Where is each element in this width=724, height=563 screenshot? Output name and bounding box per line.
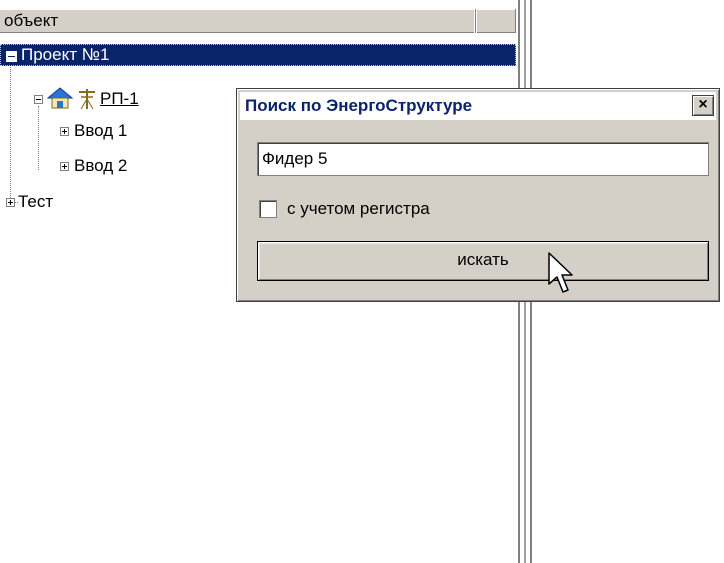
close-button[interactable]: × — [692, 95, 714, 116]
search-dialog: Поиск по ЭнергоСтруктуре × с учетом реги… — [236, 88, 720, 302]
power-pole-icon — [79, 89, 95, 110]
tree-line — [10, 62, 11, 202]
case-sensitive-checkbox[interactable] — [259, 200, 277, 218]
tree-node-rp1[interactable]: РП-1 — [30, 87, 210, 110]
tree-node-input-1[interactable]: Ввод 1 — [56, 120, 196, 142]
dialog-title: Поиск по ЭнергоСтруктуре — [245, 96, 473, 115]
tree-node-label: Тест — [18, 192, 54, 211]
search-button[interactable]: искать — [257, 241, 709, 281]
tree-node-project[interactable]: Проект №1 — [0, 44, 516, 66]
expand-icon[interactable] — [60, 127, 69, 136]
tree-header: объект — [0, 9, 516, 33]
expand-icon[interactable] — [60, 162, 69, 171]
close-icon: × — [698, 96, 708, 113]
collapse-icon[interactable] — [34, 95, 43, 104]
tree-node-label: РП-1 — [100, 89, 139, 108]
dialog-titlebar[interactable]: Поиск по ЭнергоСтруктуре × — [240, 92, 716, 120]
house-icon — [46, 87, 74, 109]
column-header-empty[interactable] — [476, 9, 516, 33]
expand-icon[interactable] — [6, 198, 15, 207]
tree-line — [38, 106, 39, 170]
column-header-object[interactable]: объект — [0, 9, 476, 33]
case-sensitive-label: с учетом регистра — [287, 199, 430, 218]
tree-node-label: Ввод 2 — [74, 156, 128, 175]
tree-node-input-2[interactable]: Ввод 2 — [56, 155, 196, 177]
collapse-icon[interactable] — [6, 51, 17, 62]
search-input[interactable] — [257, 142, 709, 176]
tree-node-test[interactable]: Тест — [2, 191, 142, 213]
mouse-pointer-icon — [548, 252, 573, 293]
tree-node-label: Ввод 1 — [74, 121, 128, 140]
tree-node-label: Проект №1 — [21, 45, 110, 64]
